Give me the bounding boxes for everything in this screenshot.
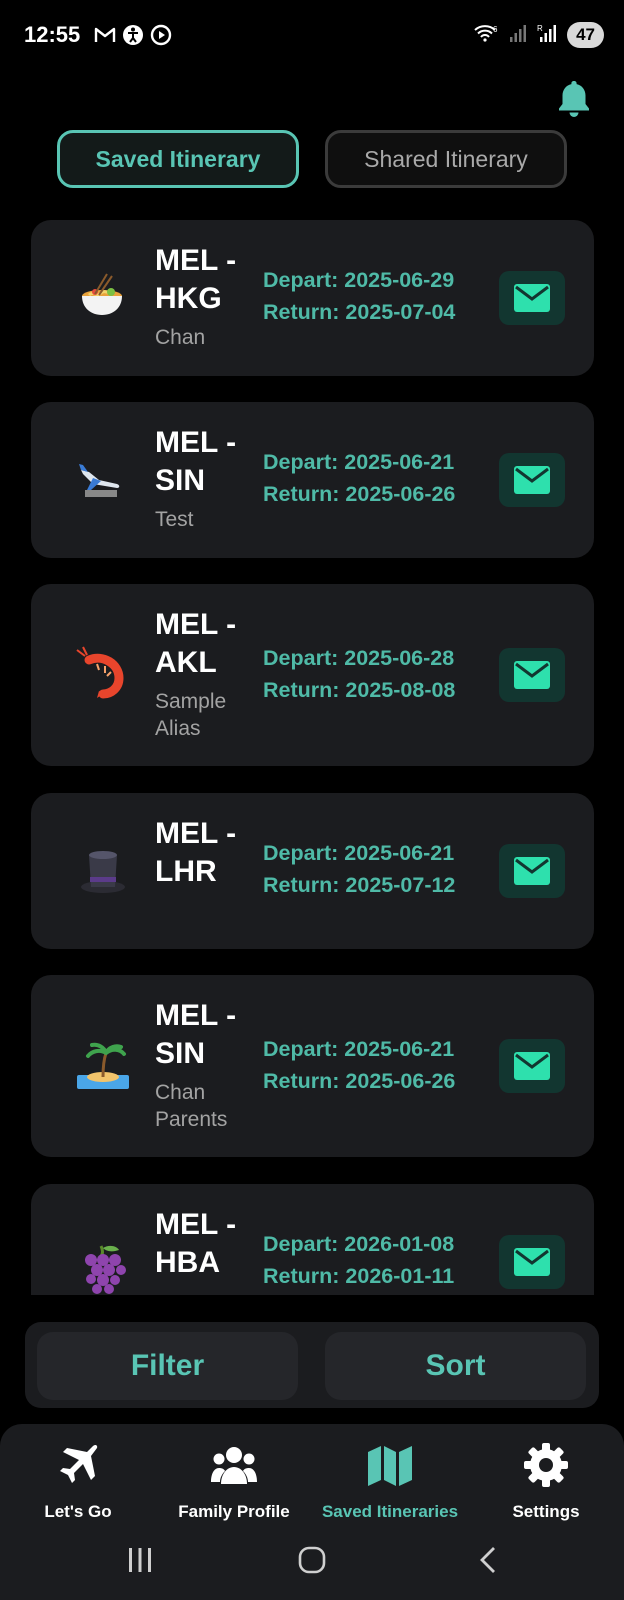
share-email-button[interactable]	[499, 1235, 565, 1289]
itinerary-alias: Chan Parents	[155, 1081, 228, 1131]
signal-icon	[509, 23, 527, 48]
media-play-icon	[150, 24, 172, 46]
itinerary-emoji-icon	[75, 843, 131, 899]
depart-date: Depart: 2025-06-29	[263, 268, 455, 292]
itinerary-emoji-icon	[75, 1240, 131, 1295]
itinerary-emoji-icon	[75, 1039, 131, 1095]
itinerary-route: MEL - SIN	[155, 999, 237, 1070]
itinerary-card[interactable]: MEL - HBA Depart: 2026-01-08 Return: 202…	[31, 1184, 594, 1295]
status-time: 12:55	[24, 22, 81, 47]
share-email-button[interactable]	[499, 271, 565, 325]
depart-date: Depart: 2025-06-21	[263, 1037, 455, 1061]
itinerary-route: MEL - AKL	[155, 608, 237, 679]
itinerary-emoji-icon	[75, 270, 131, 326]
itinerary-dates: Depart: 2025-06-21 Return: 2025-06-26	[263, 446, 455, 510]
itinerary-route: MEL - HKG	[155, 244, 237, 315]
itinerary-alias: Test	[155, 508, 194, 531]
itinerary-dates: Depart: 2025-06-29 Return: 2025-07-04	[263, 264, 455, 328]
sort-button[interactable]: Sort	[325, 1332, 586, 1400]
envelope-icon	[514, 1248, 550, 1276]
nav-lets-go[interactable]: Let's Go	[0, 1434, 156, 1534]
svg-text:6: 6	[493, 25, 498, 34]
envelope-icon	[514, 1052, 550, 1080]
family-icon	[156, 1440, 312, 1490]
nav-saved-itineraries[interactable]: Saved Itineraries	[312, 1434, 468, 1534]
depart-date: Depart: 2025-06-28	[263, 646, 455, 670]
depart-date: Depart: 2025-06-21	[263, 450, 455, 474]
itinerary-alias: Sample Alias	[155, 690, 227, 740]
depart-date: Depart: 2026-01-08	[263, 1232, 455, 1256]
itinerary-dates: Depart: 2025-06-28 Return: 2025-08-08	[263, 642, 455, 706]
nav-label: Family Profile	[178, 1502, 290, 1521]
share-email-button[interactable]	[499, 648, 565, 702]
itinerary-emoji-icon	[75, 452, 131, 508]
itinerary-card[interactable]: MEL - HKG Chan Depart: 2025-06-29 Return…	[31, 220, 594, 376]
itinerary-dates: Depart: 2025-06-21 Return: 2025-07-12	[263, 837, 455, 901]
back-button[interactable]	[468, 1540, 508, 1580]
filter-button[interactable]: Filter	[37, 1332, 298, 1400]
return-date: Return: 2026-01-11	[263, 1264, 455, 1288]
status-bar: 12:55 6 R 47	[0, 0, 624, 76]
tab-shared-itinerary[interactable]: Shared Itinerary	[325, 130, 567, 188]
tab-saved-itinerary[interactable]: Saved Itinerary	[57, 130, 299, 188]
envelope-icon	[514, 284, 550, 312]
nav-family-profile[interactable]: Family Profile	[156, 1434, 312, 1534]
itinerary-card[interactable]: MEL - AKL Sample Alias Depart: 2025-06-2…	[31, 584, 594, 766]
return-date: Return: 2025-07-12	[263, 873, 456, 897]
nav-label: Let's Go	[44, 1502, 112, 1521]
share-email-button[interactable]	[499, 1039, 565, 1093]
itinerary-dates: Depart: 2025-06-21 Return: 2025-06-26	[263, 1033, 455, 1097]
plane-icon	[0, 1440, 156, 1490]
envelope-icon	[514, 857, 550, 885]
system-status-icons: 6 R 47	[473, 22, 604, 48]
wifi-icon: 6	[473, 23, 499, 48]
bell-icon[interactable]	[555, 78, 593, 118]
itinerary-dates: Depart: 2026-01-08 Return: 2026-01-11	[263, 1228, 454, 1292]
envelope-icon	[514, 466, 550, 494]
itinerary-card[interactable]: MEL - LHR Depart: 2025-06-21 Return: 202…	[31, 793, 594, 949]
notification-icons	[94, 24, 172, 46]
depart-date: Depart: 2025-06-21	[263, 841, 455, 865]
home-button[interactable]	[292, 1540, 332, 1580]
gmail-icon	[94, 24, 116, 46]
share-email-button[interactable]	[499, 844, 565, 898]
battery-indicator: 47	[567, 22, 604, 48]
nav-label: Settings	[512, 1502, 580, 1521]
itinerary-card[interactable]: MEL - SIN Test Depart: 2025-06-21 Return…	[31, 402, 594, 558]
nav-settings[interactable]: Settings	[468, 1434, 624, 1534]
itinerary-card[interactable]: MEL - SIN Chan Parents Depart: 2025-06-2…	[31, 975, 594, 1157]
nav-label: Saved Itineraries	[321, 1502, 459, 1521]
itinerary-list[interactable]: MEL - HKG Chan Depart: 2025-06-29 Return…	[0, 218, 624, 1295]
return-date: Return: 2025-06-26	[263, 482, 456, 506]
recent-apps-button[interactable]	[120, 1540, 160, 1580]
return-date: Return: 2025-06-26	[263, 1069, 456, 1093]
filter-sort-bar: Filter Sort	[25, 1322, 599, 1408]
return-date: Return: 2025-08-08	[263, 678, 456, 702]
share-email-button[interactable]	[499, 453, 565, 507]
return-date: Return: 2025-07-04	[263, 300, 456, 324]
svg-text:R: R	[537, 24, 543, 33]
signal-icon: R	[537, 23, 557, 48]
accessibility-icon	[122, 24, 144, 46]
itinerary-route: MEL - SIN	[155, 426, 237, 497]
itinerary-route: MEL - HBA	[155, 1208, 237, 1279]
envelope-icon	[514, 661, 550, 689]
map-icon	[312, 1440, 468, 1490]
gear-icon	[468, 1440, 624, 1490]
itinerary-route: MEL - LHR	[155, 817, 237, 888]
itinerary-alias: Chan	[155, 326, 206, 349]
itinerary-emoji-icon	[75, 646, 131, 702]
